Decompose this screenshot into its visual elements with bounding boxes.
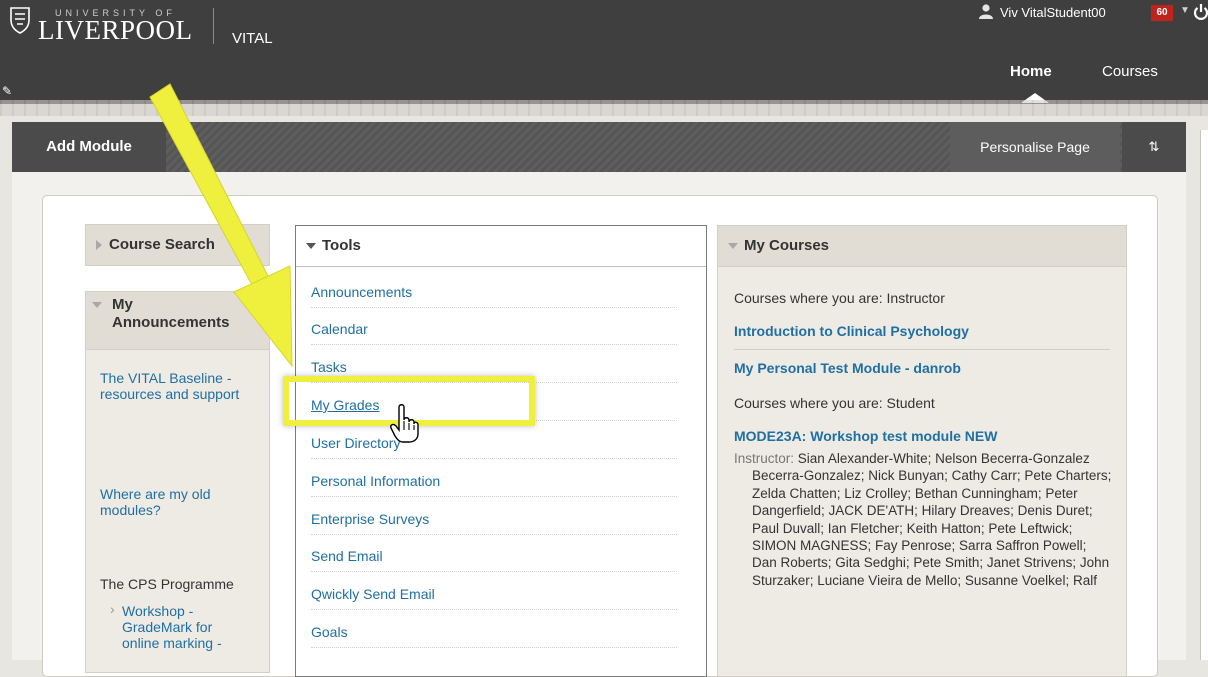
tool-link-user-directory[interactable]: User Directory bbox=[311, 428, 677, 459]
announcements-header[interactable]: My Announcements bbox=[86, 292, 269, 350]
hand-cursor-icon bbox=[390, 404, 419, 443]
course-search-module: Course Search bbox=[85, 224, 270, 266]
header-pattern bbox=[0, 100, 1208, 116]
tab-home[interactable]: Home bbox=[1010, 63, 1052, 80]
tool-link-qwickly-send-email[interactable]: Qwickly Send Email bbox=[311, 579, 677, 610]
course-search-title: Course Search bbox=[109, 236, 215, 253]
tool-link-goals[interactable]: Goals bbox=[311, 617, 677, 648]
app-name: VITAL bbox=[232, 30, 273, 47]
announcement-link[interactable]: The VITAL Baseline - resources and suppo… bbox=[100, 370, 260, 402]
instructors-list: Instructor: Sian Alexander-White; Nelson… bbox=[734, 450, 1114, 589]
tools-title: Tools bbox=[322, 237, 361, 254]
top-header: UNIVERSITY OF LIVERPOOL VITAL Viv VitalS… bbox=[0, 0, 1208, 104]
right-scroll-edge bbox=[1200, 130, 1208, 660]
tab-courses[interactable]: Courses bbox=[1102, 63, 1158, 80]
add-module-button[interactable]: Add Module bbox=[12, 122, 166, 172]
my-courses-header[interactable]: My Courses bbox=[718, 226, 1126, 267]
chevron-right-icon: › bbox=[110, 601, 115, 617]
course-link[interactable]: My Personal Test Module - danrob bbox=[734, 360, 961, 376]
tool-link-calendar[interactable]: Calendar bbox=[311, 314, 677, 345]
tool-link-announcements[interactable]: Announcements bbox=[311, 277, 677, 308]
personalise-page-button[interactable]: Personalise Page bbox=[950, 122, 1120, 172]
instructors-label: Instructor: bbox=[734, 451, 795, 466]
reorder-icon[interactable]: ⇅ bbox=[1122, 122, 1186, 172]
crest-logo-icon bbox=[10, 7, 30, 34]
power-icon[interactable] bbox=[1193, 3, 1208, 21]
announcement-sublink[interactable]: Workshop - GradeMark for online marking … bbox=[122, 603, 242, 651]
tool-link-personal-information[interactable]: Personal Information bbox=[311, 466, 677, 497]
pencil-icon[interactable]: ✎ bbox=[2, 84, 12, 98]
instructor-courses-label: Courses where you are: Instructor bbox=[734, 290, 945, 306]
my-courses-module: My Courses Courses where you are: Instru… bbox=[717, 225, 1127, 677]
announcements-title-line1: My bbox=[112, 296, 133, 313]
collapse-icon[interactable] bbox=[728, 243, 738, 250]
tools-module: Tools Announcements Calendar Tasks My Gr… bbox=[295, 225, 707, 677]
expand-icon[interactable] bbox=[96, 240, 102, 251]
collapse-icon[interactable] bbox=[92, 302, 102, 308]
university-name-logo[interactable]: LIVERPOOL bbox=[38, 15, 193, 46]
chevron-down-icon[interactable]: ▼ bbox=[1180, 5, 1190, 16]
course-link[interactable]: MODE23A: Workshop test module NEW bbox=[734, 428, 997, 444]
tool-link-send-email[interactable]: Send Email bbox=[311, 541, 677, 572]
user-menu[interactable]: Viv VitalStudent00 bbox=[1000, 5, 1106, 20]
course-search-header[interactable]: Course Search bbox=[86, 225, 269, 265]
page-toolbar: Add Module Personalise Page ⇅ bbox=[12, 122, 1186, 172]
user-icon bbox=[979, 4, 993, 19]
my-courses-title: My Courses bbox=[744, 237, 830, 254]
collapse-icon[interactable] bbox=[306, 243, 316, 250]
course-divider bbox=[734, 349, 1110, 350]
notification-badge[interactable]: 60 bbox=[1151, 5, 1173, 21]
student-courses-label: Courses where you are: Student bbox=[734, 395, 935, 411]
header-divider bbox=[213, 8, 214, 44]
tool-link-enterprise-surveys[interactable]: Enterprise Surveys bbox=[311, 504, 677, 535]
instructors-names: Sian Alexander-White; Nelson Becerra-Gon… bbox=[752, 451, 1112, 588]
course-link[interactable]: Introduction to Clinical Psychology bbox=[734, 323, 969, 339]
tools-header[interactable]: Tools bbox=[296, 226, 706, 267]
announcement-text: The CPS Programme bbox=[100, 576, 234, 592]
my-announcements-module: My Announcements The VITAL Baseline - re… bbox=[85, 291, 270, 673]
announcement-link[interactable]: Where are my old modules? bbox=[100, 486, 250, 518]
announcements-title-line2: Announcements bbox=[112, 314, 230, 331]
